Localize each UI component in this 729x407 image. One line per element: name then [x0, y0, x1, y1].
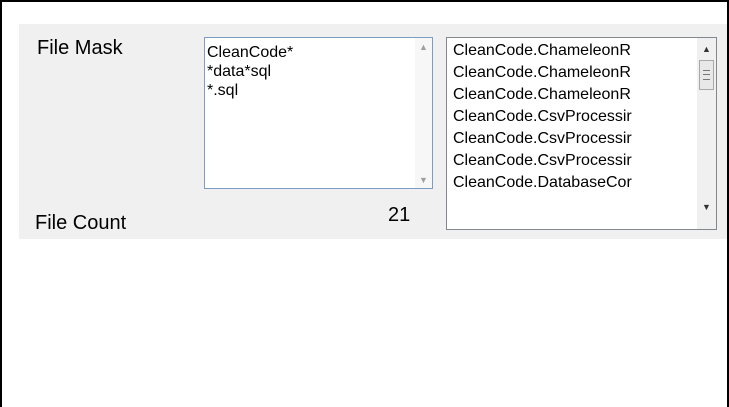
list-item[interactable]: CleanCode.ChameleonR — [453, 84, 697, 106]
scroll-thumb[interactable] — [699, 60, 714, 90]
list-item[interactable]: CleanCode.CsvProcessir — [453, 128, 697, 150]
file-list-items: CleanCode.ChameleonR CleanCode.Chameleon… — [453, 40, 697, 194]
file-list[interactable]: CleanCode.ChameleonR CleanCode.Chameleon… — [446, 37, 717, 230]
file-count-label: File Count — [35, 212, 127, 234]
scroll-up-arrow-icon[interactable]: ▲ — [415, 38, 432, 55]
scroll-down-arrow-icon[interactable]: ▼ — [415, 171, 432, 188]
file-mask-line: CleanCode* — [207, 44, 294, 61]
file-mask-scrollbar[interactable]: ▲ ▼ — [415, 38, 432, 188]
list-item[interactable]: CleanCode.CsvProcessir — [453, 106, 697, 128]
scroll-up-arrow-icon[interactable]: ▲ — [697, 40, 716, 57]
list-item[interactable]: CleanCode.DatabaseCor — [453, 172, 697, 194]
file-mask-lines: CleanCode* *data*sql *.sql — [207, 43, 293, 100]
file-mask-label: File Mask — [37, 37, 123, 59]
list-item[interactable]: CleanCode.ChameleonR — [453, 40, 697, 62]
list-item[interactable]: CleanCode.ChameleonR — [453, 62, 697, 84]
scroll-down-arrow-icon[interactable]: ▼ — [697, 198, 716, 215]
file-mask-textbox[interactable]: CleanCode* *data*sql *.sql ▲ ▼ — [204, 37, 433, 189]
file-list-scrollbar[interactable]: ▲ ▼ — [697, 38, 716, 229]
list-item[interactable]: CleanCode.CsvProcessir — [453, 150, 697, 172]
file-mask-line: *data*sql — [207, 63, 272, 80]
file-mask-line: *.sql — [207, 82, 239, 99]
grip-icon — [703, 70, 710, 80]
file-count-value: 21 — [388, 204, 411, 226]
